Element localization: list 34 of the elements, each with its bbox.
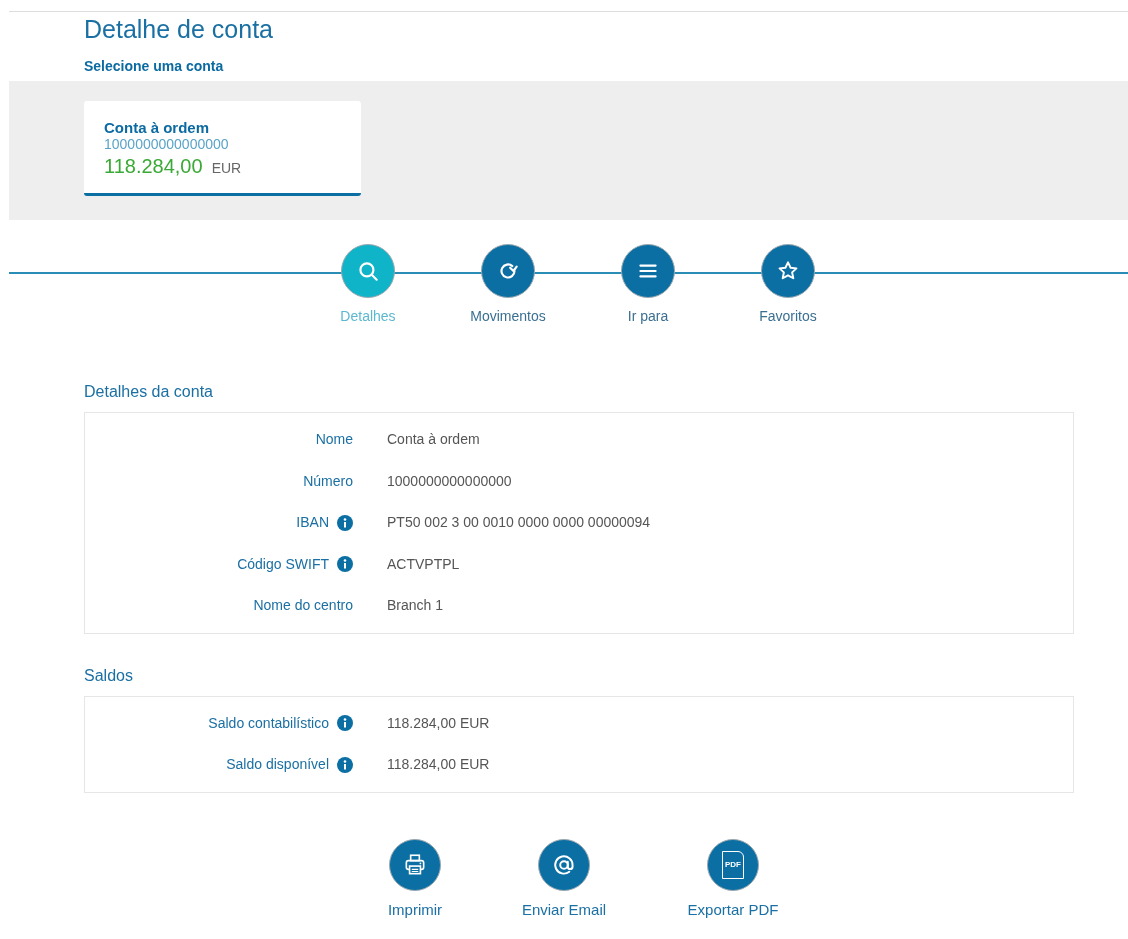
field-value: 118.284,00 EUR bbox=[387, 755, 490, 775]
section-label: Selecione uma conta bbox=[84, 58, 224, 74]
page-title: Detalhe de conta bbox=[84, 14, 274, 44]
section-title: Detalhes da conta bbox=[84, 383, 213, 400]
info-icon[interactable] bbox=[337, 514, 353, 531]
account-number: 1000000000000000 bbox=[104, 136, 229, 152]
nav-tab[interactable]: Movimentos bbox=[438, 244, 578, 327]
info-icon[interactable] bbox=[337, 556, 353, 573]
document-icon: PDF bbox=[722, 850, 744, 879]
info-icon[interactable] bbox=[337, 715, 353, 732]
action-button[interactable]: Imprimir bbox=[365, 838, 465, 921]
field-value: PT50 002 3 00 0010 0000 0000 00000094 bbox=[387, 513, 651, 533]
action-button[interactable]: Enviar Email bbox=[504, 838, 624, 921]
currency-label: EUR bbox=[211, 159, 242, 178]
account-name: Conta à ordem bbox=[104, 119, 209, 136]
action-button[interactable]: PDF Exportar PDF bbox=[663, 838, 803, 921]
field-value: Branch 1 bbox=[387, 596, 444, 616]
field-label: IBAN bbox=[296, 513, 329, 533]
field-value: ACTVPTPL bbox=[387, 554, 460, 574]
field-label: Saldo disponível bbox=[226, 755, 329, 775]
account-balance: 118.284,00 bbox=[104, 154, 203, 178]
field-label: Saldo contabilístico bbox=[208, 713, 329, 733]
field-value: Conta à ordem bbox=[387, 430, 480, 450]
field-value: 118.284,00 EUR bbox=[387, 713, 490, 733]
field-label: Número bbox=[303, 471, 353, 491]
field-value: 1000000000000000 bbox=[387, 471, 512, 491]
field-label: Código SWIFT bbox=[237, 554, 329, 574]
field-label: Nome bbox=[315, 430, 353, 450]
nav-tab[interactable]: Favoritos bbox=[718, 244, 858, 327]
account-card[interactable]: Conta à ordem 1000000000000000 118.284,00 EUR bbox=[84, 101, 361, 196]
nav-tab[interactable]: Ir para bbox=[578, 244, 718, 327]
info-icon[interactable] bbox=[337, 756, 353, 773]
section-title: Saldos bbox=[84, 666, 133, 684]
field-label: Nome do centro bbox=[253, 596, 353, 616]
